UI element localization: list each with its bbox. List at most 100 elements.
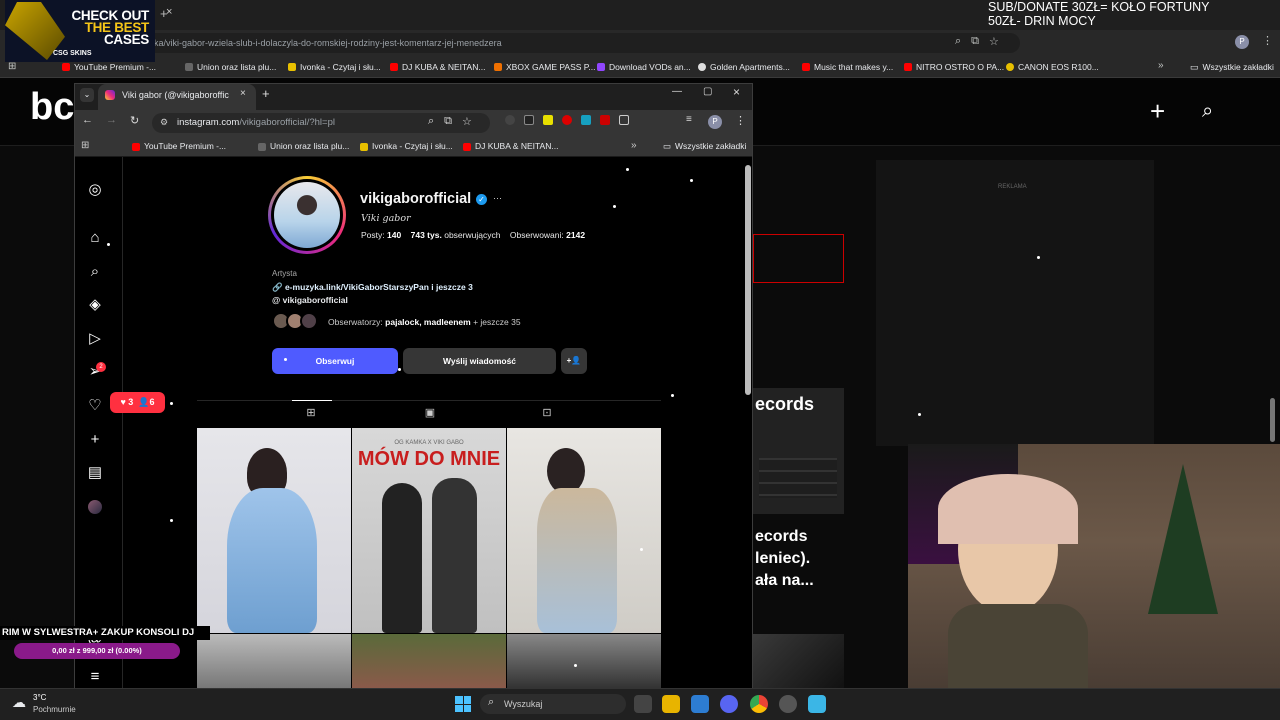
threads-link[interactable]: @ vikigaborofficial — [272, 295, 348, 305]
weather-icon[interactable]: ☁ — [12, 694, 26, 711]
zoom-icon[interactable]: ⌕ — [955, 35, 961, 48]
bookmark-5[interactable]: XBOX GAME PASS P... — [494, 56, 595, 78]
post-1[interactable] — [197, 428, 351, 633]
install-icon[interactable]: ⧉ — [971, 35, 979, 48]
window-close-icon[interactable]: × — [733, 85, 740, 99]
post-2[interactable]: OG KAMKA X VIKI GABO MÓW DO MNIE — [352, 428, 506, 633]
inner-bookmark-4[interactable]: DJ KUBA & NEITAN... — [463, 136, 558, 157]
ad-label: REKLAMA — [998, 184, 1027, 190]
profile-username: vikigaborofficial — [360, 191, 472, 207]
outer-toolbar-icons: ⌕ ⧉ ☆ — [955, 35, 999, 48]
post-6[interactable] — [507, 634, 661, 688]
bookmark-9[interactable]: NITRO OSTRO O PA... — [904, 56, 1004, 78]
bookmark-2[interactable]: Union oraz lista plu... — [185, 56, 276, 78]
reels-tab-icon[interactable]: ▣ — [423, 406, 437, 420]
tab-search-icon[interactable]: ⌄ — [80, 88, 94, 102]
back-icon[interactable]: ← — [82, 114, 93, 126]
profile-avatar-large[interactable] — [268, 176, 346, 254]
suggest-users-button[interactable]: +👤 — [561, 348, 587, 374]
site-info-icon[interactable]: ⚙ — [160, 117, 168, 128]
inner-bookmark-2[interactable]: Union oraz lista plu... — [258, 136, 349, 157]
followed-by-text[interactable]: Obserwatorzy: pajalock, madleenem + jesz… — [328, 317, 521, 327]
apps-icon[interactable]: ⊞ — [8, 61, 16, 72]
bookmark-7[interactable]: Golden Apartments... — [698, 56, 790, 78]
records-text: ecords — [755, 394, 815, 414]
taskbar-search[interactable]: Wyszukaj — [480, 694, 626, 714]
chevron-right-icon[interactable]: » — [1158, 60, 1164, 71]
profile-avatar[interactable]: P — [1235, 35, 1249, 49]
instagram-favicon — [105, 90, 115, 100]
profile-link[interactable]: 🔗 e-muzyka.link/VikiGaborStarszyPan i je… — [272, 282, 473, 293]
message-button[interactable]: Wyślij wiadomość — [403, 348, 556, 374]
inner-new-tab-button[interactable]: + — [262, 86, 270, 101]
file-explorer-icon[interactable] — [662, 695, 680, 713]
chrome-icon[interactable] — [750, 695, 768, 713]
promo-banner: CHECK OUT THE BEST CASES CSG SKINS — [5, 0, 155, 62]
posts-grid-icon[interactable]: ⊞ — [304, 406, 318, 420]
search-icon[interactable]: ⌕ — [86, 263, 104, 281]
discord-icon[interactable] — [720, 695, 738, 713]
bookmark-10[interactable]: CANON EOS R100... — [1006, 56, 1099, 78]
inner-bookmark-3[interactable]: Ivonka - Czytaj i słu... — [360, 136, 453, 157]
post-4[interactable] — [197, 634, 351, 688]
close-tab-icon[interactable]: × — [240, 88, 246, 99]
playlist-icon[interactable]: ≡ — [686, 114, 692, 125]
task-view-icon[interactable] — [634, 695, 652, 713]
bookmark-8[interactable]: Music that makes y... — [802, 56, 893, 78]
search-icon[interactable]: ⌕ — [1202, 100, 1213, 123]
minimize-icon[interactable]: — — [672, 86, 682, 97]
forward-icon[interactable]: → — [106, 114, 117, 126]
weather-condition: Pochmurnie — [33, 705, 76, 714]
dashboard-icon[interactable]: ▤ — [86, 464, 104, 482]
reels-icon[interactable]: ▷ — [86, 330, 104, 348]
plus-icon[interactable]: + — [1150, 98, 1165, 124]
explore-icon[interactable]: ◈ — [86, 296, 104, 314]
inner-apps-icon[interactable]: ⊞ — [81, 140, 89, 151]
home-icon[interactable]: ⌂ — [86, 229, 104, 247]
bookmark-4[interactable]: DJ KUBA & NEITAN... — [390, 56, 485, 78]
instagram-logo-icon[interactable]: ◎ — [86, 181, 104, 199]
create-icon[interactable]: + — [86, 431, 104, 449]
zoom-icon[interactable]: ⌕ — [428, 115, 434, 128]
all-bookmarks[interactable]: ▭ Wszystkie zakładki — [1190, 56, 1274, 78]
article-thumbnail[interactable] — [753, 634, 844, 688]
inner-profile-avatar[interactable]: P — [708, 115, 722, 129]
bookmark-6[interactable]: Download VODs an... — [597, 56, 691, 78]
inner-chevron-icon[interactable]: » — [631, 140, 637, 151]
donate-info: SUB/DONATE 30ZŁ= KOŁO FORTUNY 50ZŁ- DRIN … — [988, 0, 1220, 30]
menu-icon[interactable]: ⋮ — [1262, 34, 1273, 47]
article-title[interactable]: ecords leniec). ała na... — [755, 526, 814, 592]
tagged-tab-icon[interactable]: ⊡ — [540, 406, 554, 420]
maximize-icon[interactable]: ▢ — [703, 86, 712, 97]
install-icon[interactable]: ⧉ — [444, 115, 452, 128]
profile-category: Artysta — [272, 269, 297, 278]
inner-scrollbar[interactable] — [745, 165, 751, 395]
active-tab-indicator — [292, 400, 332, 401]
outer-address-bar[interactable]: rywka/viki-gabor-wziela-slub-i-dolaczyla… — [100, 33, 1020, 53]
tab-instagram[interactable]: Viki gabor (@vikigaboroffic — [98, 84, 256, 110]
inner-menu-icon[interactable]: ⋮ — [735, 114, 746, 127]
reload-icon[interactable]: ↻ — [130, 114, 139, 127]
inner-all-bookmarks[interactable]: ▭ Wszystkie zakładki — [663, 136, 746, 157]
records-card[interactable]: ecords — [753, 388, 844, 514]
store-icon[interactable] — [691, 695, 709, 713]
inner-bookmark-1[interactable]: YouTube Premium -... — [132, 136, 226, 157]
close-icon[interactable]: × — [166, 6, 178, 20]
notepad-icon[interactable] — [808, 695, 826, 713]
more-icon[interactable]: ≡ — [86, 668, 104, 686]
puzzle-icon[interactable] — [619, 115, 629, 125]
webcam-feed — [908, 444, 1280, 688]
follow-button[interactable]: Obserwuj — [272, 348, 398, 374]
options-icon[interactable]: ··· — [493, 193, 502, 203]
start-icon[interactable] — [455, 696, 471, 712]
profile-nav-avatar[interactable] — [88, 500, 102, 514]
star-icon[interactable]: ☆ — [462, 115, 472, 128]
star-icon[interactable]: ☆ — [989, 35, 999, 48]
notification-popup[interactable]: ♥ 3 👤6 — [110, 392, 165, 413]
obs-icon[interactable] — [779, 695, 797, 713]
outer-scrollbar[interactable] — [1270, 398, 1275, 442]
post-3[interactable] — [507, 428, 661, 633]
bookmark-3[interactable]: Ivonka - Czytaj i słu... — [288, 56, 381, 78]
notifications-heart-icon[interactable]: ♡ — [86, 397, 104, 415]
post-5[interactable] — [352, 634, 506, 688]
